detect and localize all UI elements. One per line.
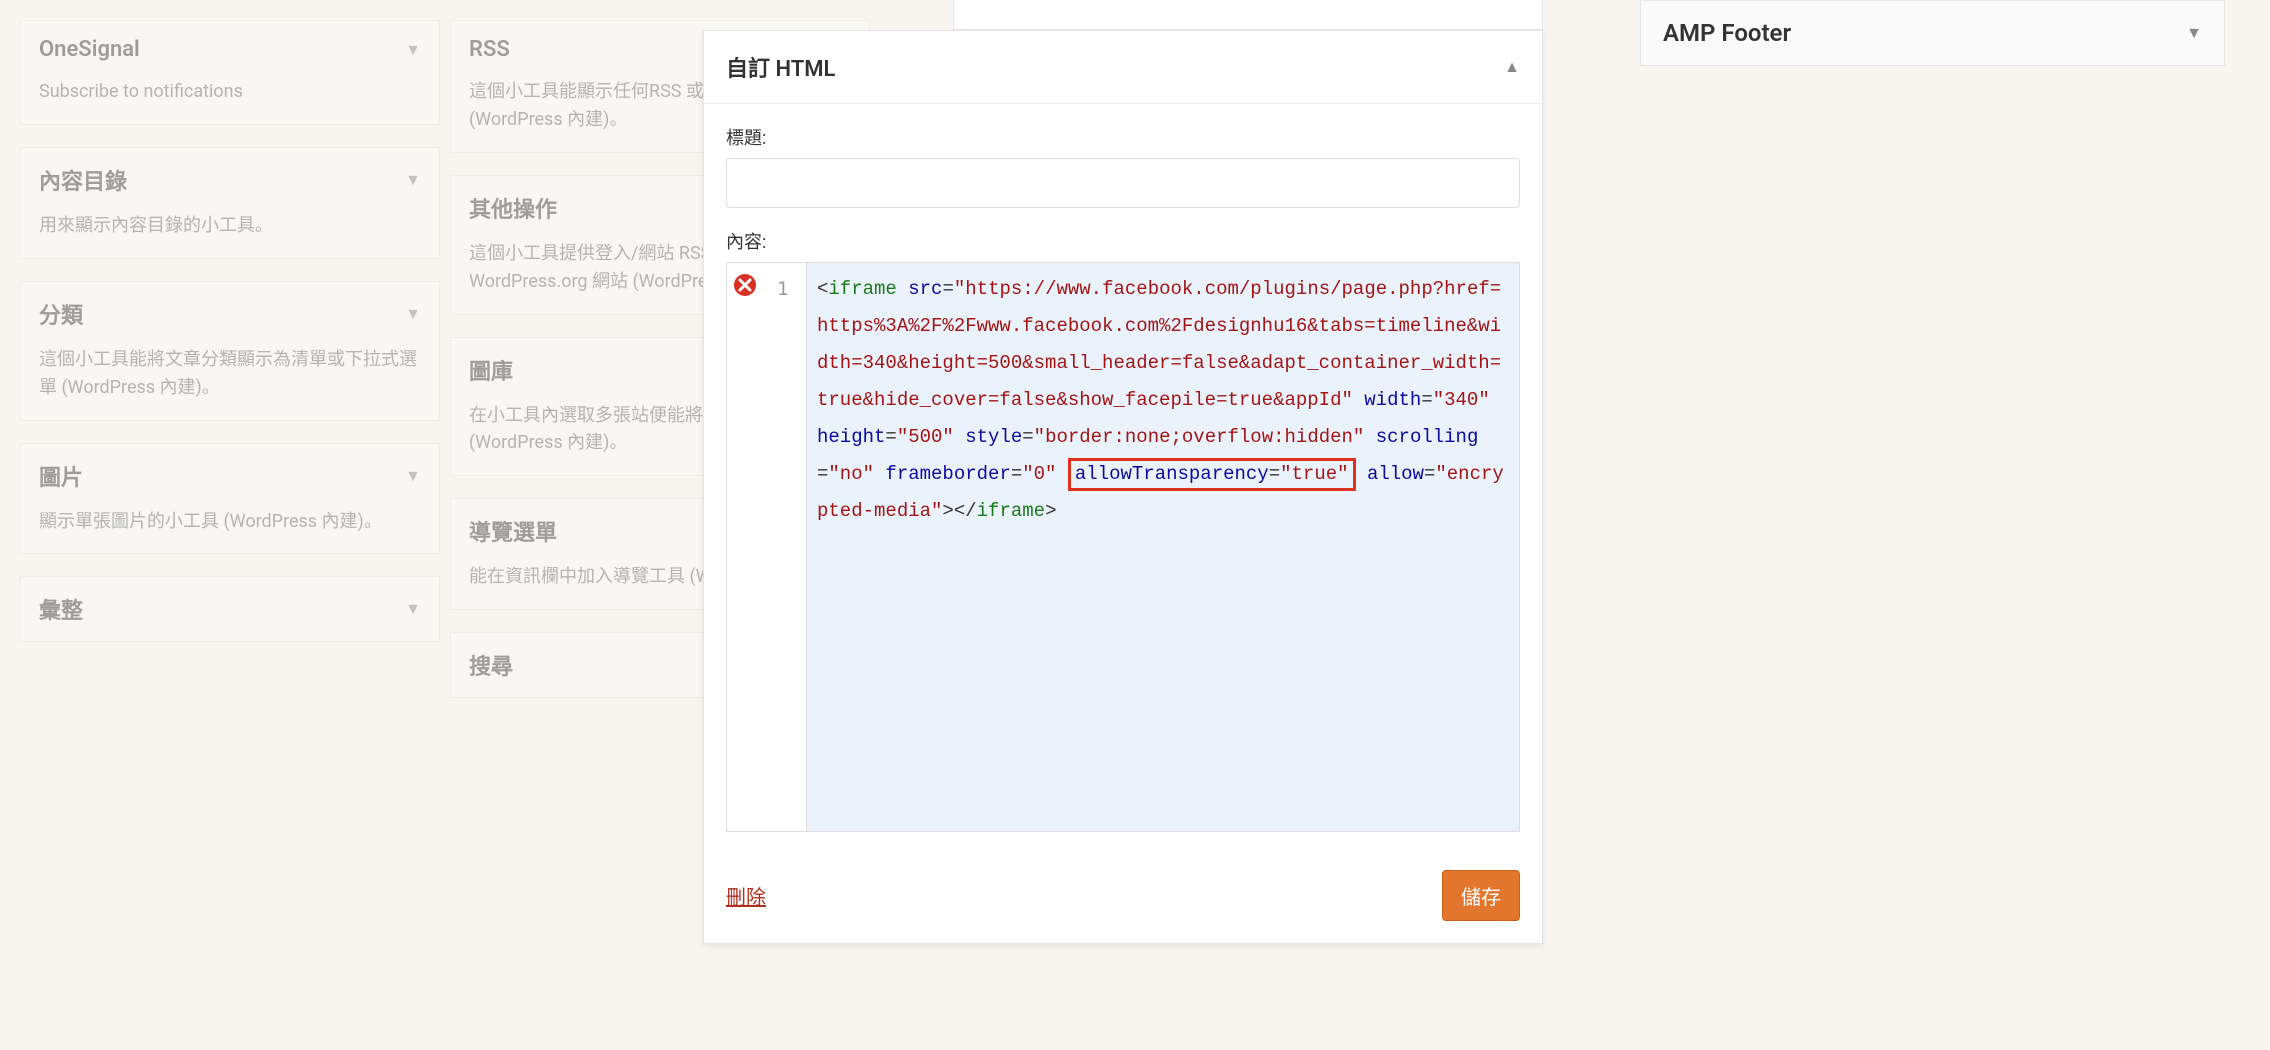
widget-title: OneSignal bbox=[39, 37, 140, 62]
widget-desc: 顯示單張圖片的小工具 (WordPress 內建)。 bbox=[21, 508, 439, 554]
chevron-up-icon[interactable]: ▲ bbox=[1504, 57, 1520, 77]
editor-title: 自訂 HTML bbox=[726, 51, 835, 83]
code-gutter: 1 bbox=[727, 263, 807, 831]
chevron-down-icon: ▼ bbox=[405, 170, 421, 190]
background-panel-fragment bbox=[953, 0, 1543, 30]
widget-desc: 用來顯示內容目錄的小工具。 bbox=[21, 212, 439, 258]
sidebar-area-column: AMP Footer ▼ bbox=[1640, 0, 2225, 66]
chevron-down-icon: ▼ bbox=[405, 304, 421, 324]
widget-title: 其他操作 bbox=[469, 192, 557, 224]
widget-title: 分類 bbox=[39, 298, 83, 330]
widget-toc[interactable]: 內容目錄 ▼ 用來顯示內容目錄的小工具。 bbox=[20, 147, 440, 259]
error-icon bbox=[733, 273, 757, 297]
widget-categories[interactable]: 分類 ▼ 這個小工具能將文章分類顯示為清單或下拉式選單 (WordPress 內… bbox=[20, 281, 440, 421]
line-number: 1 bbox=[777, 271, 788, 308]
widget-desc: 這個小工具能將文章分類顯示為清單或下拉式選單 (WordPress 內建)。 bbox=[21, 346, 439, 420]
widget-title: 搜尋 bbox=[469, 649, 513, 681]
widget-archives[interactable]: 彙整 ▼ bbox=[20, 576, 440, 642]
sidebar-area-title: AMP Footer bbox=[1663, 19, 1791, 47]
title-field-label: 標題: bbox=[726, 124, 1520, 150]
title-input[interactable] bbox=[726, 158, 1520, 208]
widget-title: 彙整 bbox=[39, 593, 83, 625]
editor-header[interactable]: 自訂 HTML ▲ bbox=[704, 31, 1542, 104]
widget-title: 內容目錄 bbox=[39, 164, 127, 196]
amp-footer-area[interactable]: AMP Footer ▼ bbox=[1640, 0, 2225, 66]
chevron-down-icon: ▼ bbox=[405, 599, 421, 619]
widget-desc: Subscribe to notifications bbox=[21, 78, 439, 124]
widget-onesignal[interactable]: OneSignal ▼ Subscribe to notifications bbox=[20, 20, 440, 125]
chevron-down-icon: ▼ bbox=[2186, 23, 2202, 43]
widget-title: RSS bbox=[469, 37, 510, 62]
widget-title: 圖庫 bbox=[469, 354, 513, 386]
highlighted-attribute: allowTransparency="true" bbox=[1068, 458, 1356, 491]
available-widgets-col1: OneSignal ▼ Subscribe to notifications 內… bbox=[20, 20, 440, 664]
custom-html-widget-editor: 自訂 HTML ▲ 標題: 內容: 1 <iframe src="https:/… bbox=[703, 30, 1543, 944]
save-button[interactable]: 儲存 bbox=[1442, 870, 1520, 921]
chevron-down-icon: ▼ bbox=[405, 40, 421, 60]
delete-link[interactable]: 刪除 bbox=[726, 881, 766, 910]
chevron-down-icon: ▼ bbox=[405, 466, 421, 486]
code-content[interactable]: <iframe src="https://www.facebook.com/pl… bbox=[727, 263, 1519, 538]
content-field-label: 內容: bbox=[726, 228, 1520, 254]
html-code-editor[interactable]: 1 <iframe src="https://www.facebook.com/… bbox=[726, 262, 1520, 832]
widget-image[interactable]: 圖片 ▼ 顯示單張圖片的小工具 (WordPress 內建)。 bbox=[20, 443, 440, 555]
widget-title: 圖片 bbox=[39, 460, 83, 492]
widget-title: 導覽選單 bbox=[469, 515, 557, 547]
